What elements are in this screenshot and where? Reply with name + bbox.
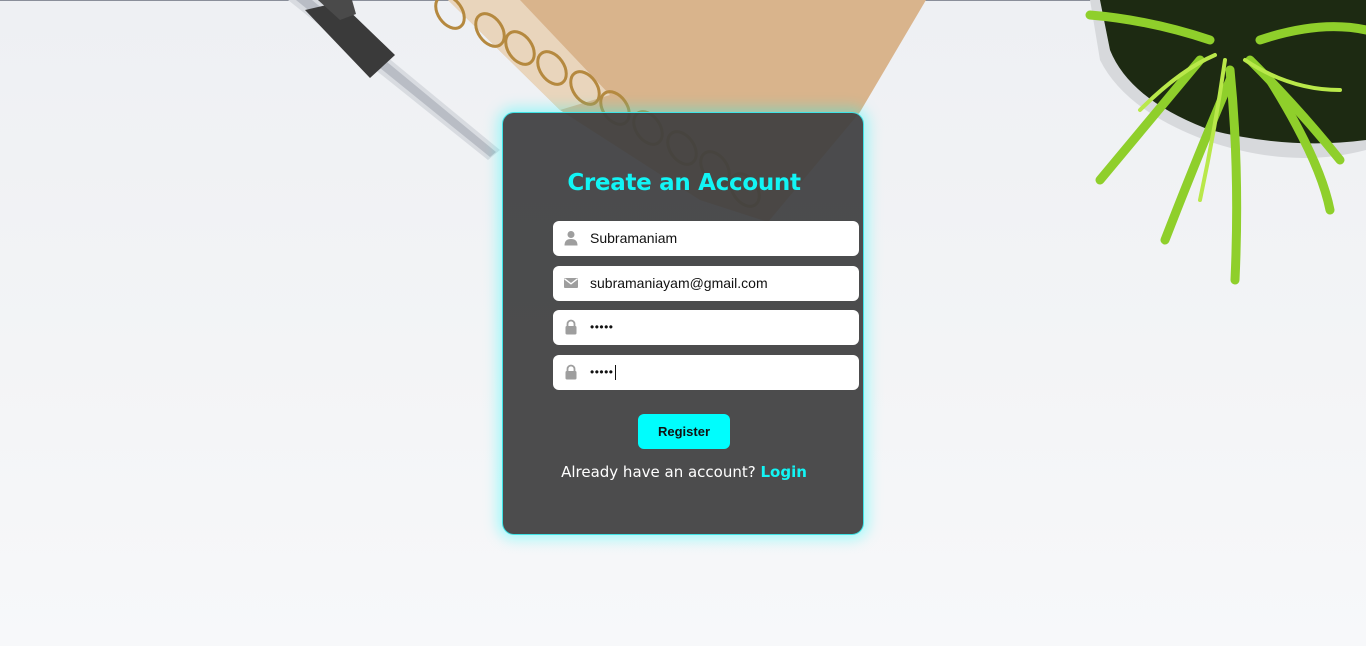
password-value: •••••: [590, 320, 614, 334]
register-button[interactable]: Register: [638, 414, 730, 449]
pen-image: [288, 0, 500, 160]
confirm-password-value: •••••: [590, 355, 616, 390]
username-field[interactable]: Subramaniam: [553, 221, 859, 256]
form-title: Create an Account: [567, 170, 801, 196]
plant-image: [1085, 0, 1366, 285]
username-value: Subramaniam: [590, 230, 678, 246]
user-icon: [564, 231, 578, 246]
confirm-password-dots: •••••: [590, 365, 614, 379]
lock-icon: [565, 319, 577, 335]
login-link[interactable]: Login: [760, 463, 806, 481]
text-caret: [614, 365, 616, 381]
password-field[interactable]: •••••: [553, 310, 859, 345]
confirm-password-field[interactable]: •••••: [553, 355, 859, 390]
login-prompt-text: Already have an account?: [561, 463, 756, 481]
login-prompt: Already have an account? Login: [503, 463, 865, 481]
register-card: Create an Account Subramaniam subramania…: [502, 112, 864, 535]
lock-icon: [565, 364, 577, 380]
envelope-icon: [564, 278, 578, 288]
email-field[interactable]: subramaniayam@gmail.com: [553, 266, 859, 301]
email-value: subramaniayam@gmail.com: [590, 275, 768, 291]
